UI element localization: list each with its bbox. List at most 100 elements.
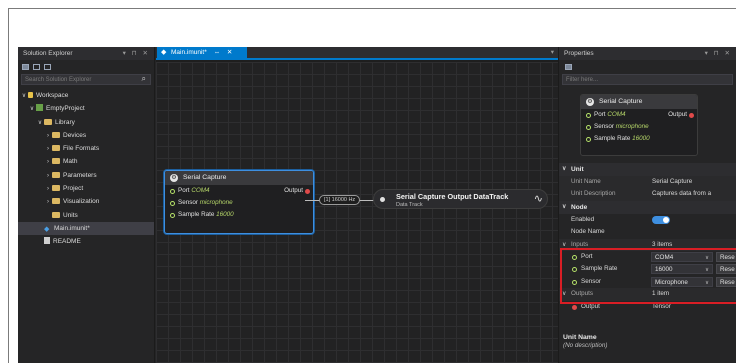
description-text: (No description): [563, 342, 608, 349]
collapse-arrow-icon[interactable]: ›: [44, 156, 52, 169]
gear-icon: ⚙: [170, 174, 178, 182]
reset-button[interactable]: Rese: [716, 251, 736, 262]
property-enabled: Enabled: [559, 214, 736, 226]
tree-item-file-formats[interactable]: › File Formats: [18, 142, 154, 155]
tree-item-parameters[interactable]: › Parameters: [18, 169, 154, 182]
port-value: microphone: [615, 123, 649, 130]
search-icon[interactable]: ⌕: [142, 74, 146, 84]
input-pin-icon[interactable]: [170, 213, 175, 218]
input-row-port: Port COM4 ∨ Rese: [559, 251, 736, 263]
enabled-toggle[interactable]: [652, 215, 670, 224]
sample-rate-dropdown[interactable]: 16000 ∨: [651, 264, 713, 275]
sync-icon[interactable]: [33, 64, 40, 70]
dropdown-value: COM4: [655, 253, 674, 261]
collapse-arrow-icon[interactable]: ∨: [562, 239, 566, 251]
input-pin-icon[interactable]: [170, 189, 175, 194]
input-pin-icon[interactable]: [380, 197, 385, 202]
collapse-arrow-icon[interactable]: ∨: [562, 201, 566, 214]
node-title: Serial Capture: [183, 174, 227, 181]
tab-overflow-icon[interactable]: ▾: [551, 47, 554, 58]
properties-pane: Properties ▾ ⊓ ✕ Filter here... ⚙ Serial…: [558, 47, 736, 363]
port-value: microphone: [199, 199, 233, 206]
collapse-arrow-icon[interactable]: ∨: [562, 163, 566, 176]
home-icon[interactable]: [22, 64, 29, 70]
output-label: Output: [284, 187, 303, 194]
tree-item-main-imunit[interactable]: ◆ Main.imunit*: [18, 221, 154, 236]
filter-placeholder: Filter here...: [566, 77, 599, 83]
tab-main-imunit[interactable]: ◆ Main.imunit* ⇔ ✕: [157, 47, 247, 58]
datatrack-title: Serial Capture Output DataTrack: [396, 192, 509, 201]
collapse-arrow-icon[interactable]: ›: [44, 183, 52, 196]
collapse-arrow-icon[interactable]: ›: [44, 170, 52, 183]
section-label: Node: [571, 203, 588, 211]
expand-arrow-icon[interactable]: ∨: [36, 117, 44, 130]
solution-explorer-toolbar: [18, 60, 154, 74]
tree-item-readme[interactable]: README: [18, 235, 154, 248]
unit-section-header[interactable]: ∨ Unit: [559, 163, 736, 176]
property-node-name[interactable]: Node Name: [559, 226, 736, 238]
tree-item-label: Devices: [63, 131, 87, 139]
pin-tab-icon[interactable]: ⇔: [214, 49, 221, 56]
section-label: Unit: [571, 166, 584, 173]
collapse-arrow-icon[interactable]: ›: [44, 196, 52, 209]
property-label: Node Name: [571, 228, 605, 236]
node-port-row: Sensor microphone: [581, 121, 697, 133]
node-section-header[interactable]: ∨ Node: [559, 200, 736, 214]
input-row-sensor: Sensor Microphone ∨ Rese: [559, 276, 736, 288]
tree-item-devices[interactable]: › Devices: [18, 129, 154, 142]
solution-search-input[interactable]: Search Solution Explorer ⌕: [21, 74, 151, 85]
output-pin-icon[interactable]: [305, 189, 310, 194]
pane-controls[interactable]: ▾ ⊓ ✕: [123, 47, 150, 60]
categorized-view-icon[interactable]: [565, 64, 572, 70]
folder-icon: [52, 211, 60, 218]
expand-arrow-icon[interactable]: ∨: [20, 90, 28, 103]
tree-item-library[interactable]: ∨ Library: [18, 116, 154, 129]
datatrack-node[interactable]: Serial Capture Output DataTrack Data Tra…: [373, 189, 548, 209]
node-port-row: Port COM4 Output: [165, 185, 313, 197]
property-unit-name: Unit Name Serial Capture: [559, 176, 736, 189]
solution-tree: ∨ Workspace ∨ EmptyProject ∨ Library › Devic…: [18, 89, 154, 249]
tree-item-project[interactable]: › Project: [18, 182, 154, 195]
folder-icon: [52, 145, 60, 152]
tree-item-visualization[interactable]: › Visualization: [18, 195, 154, 208]
collapse-arrow-icon[interactable]: ∨: [562, 288, 566, 300]
collapse-all-icon[interactable]: [44, 64, 51, 70]
node-preview-title: Serial Capture: [599, 98, 643, 105]
port-dropdown[interactable]: COM4 ∨: [651, 251, 713, 262]
datatrack-subtitle: Data Track: [396, 202, 423, 208]
port-label: Sensor: [178, 199, 198, 206]
port-value: 16000: [632, 135, 650, 142]
sensor-dropdown[interactable]: Microphone ∨: [651, 276, 713, 287]
node-preview-area: ⚙ Serial Capture Port COM4 Output Sensor …: [559, 85, 736, 163]
solution-explorer-title-bar: Solution Explorer ▾ ⊓ ✕: [18, 47, 154, 60]
tab-label: Main.imunit*: [171, 49, 207, 56]
input-pin-icon[interactable]: [170, 201, 175, 206]
input-label: Sensor: [581, 277, 601, 285]
tree-item-math[interactable]: › Math: [18, 155, 154, 168]
close-tab-icon[interactable]: ✕: [227, 49, 232, 56]
node-port-row: Port COM4 Output: [581, 109, 697, 121]
expand-arrow-icon[interactable]: ∨: [28, 103, 36, 116]
input-pin-icon: [572, 267, 577, 273]
graph-file-icon: ◆: [44, 225, 50, 233]
serial-capture-node[interactable]: ⚙ Serial Capture Port COM4 Output Sensor …: [164, 170, 314, 234]
folder-icon: [52, 158, 60, 165]
input-pin-icon: [586, 137, 591, 142]
collapse-arrow-icon[interactable]: ›: [44, 130, 52, 143]
output-label: Output: [581, 302, 600, 310]
tree-item-workspace[interactable]: ∨ Workspace: [18, 89, 154, 102]
pane-controls[interactable]: ▾ ⊓ ✕: [705, 47, 732, 60]
tree-item-units[interactable]: Units: [18, 209, 154, 222]
property-inputs[interactable]: ∨ Inputs 3 items: [559, 238, 736, 251]
property-value: 1 item: [652, 290, 670, 298]
collapse-arrow-icon[interactable]: ›: [44, 143, 52, 156]
node-header[interactable]: ⚙ Serial Capture: [165, 171, 313, 185]
reset-button[interactable]: Rese: [716, 276, 736, 287]
properties-filter-input[interactable]: Filter here...: [562, 74, 733, 85]
reset-button[interactable]: Rese: [716, 264, 736, 275]
input-pin-icon: [572, 279, 577, 285]
chevron-down-icon: ∨: [704, 267, 709, 274]
tree-item-emptyproject[interactable]: ∨ EmptyProject: [18, 102, 154, 115]
property-outputs[interactable]: ∨ Outputs 1 item: [559, 288, 736, 301]
property-value: Serial Capture: [652, 178, 693, 185]
